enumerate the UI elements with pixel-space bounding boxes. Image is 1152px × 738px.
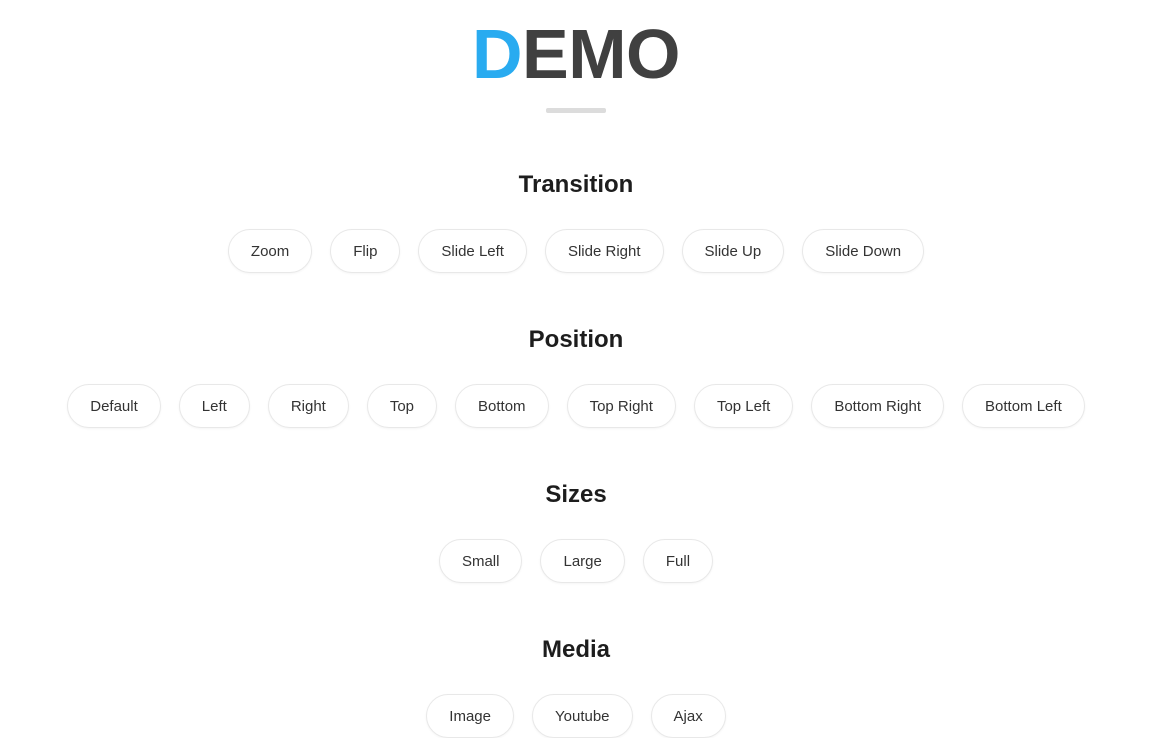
section-transition: Transition Zoom Flip Slide Left Slide Ri… (0, 171, 1152, 273)
media-button-youtube[interactable]: Youtube (532, 694, 633, 738)
transition-button-flip[interactable]: Flip (330, 229, 401, 273)
position-button-top-right[interactable]: Top Right (566, 384, 676, 428)
transition-button-slide-down[interactable]: Slide Down (802, 229, 925, 273)
button-row-transition: Zoom Flip Slide Left Slide Right Slide U… (0, 229, 1152, 273)
size-button-large[interactable]: Large (540, 539, 625, 583)
transition-button-zoom[interactable]: Zoom (227, 229, 313, 273)
button-row-sizes: Small Large Full (0, 539, 1152, 583)
masthead: DEMO (0, 10, 1152, 113)
title-divider (546, 108, 606, 113)
section-title-position: Position (528, 326, 624, 353)
section-media: Media Image Youtube Ajax (0, 636, 1152, 738)
media-button-ajax[interactable]: Ajax (650, 694, 726, 738)
page-title-rest: EMO (522, 15, 680, 93)
page-title: DEMO (0, 10, 1152, 98)
media-button-image[interactable]: Image (426, 694, 514, 738)
position-button-top[interactable]: Top (366, 384, 438, 428)
position-button-right[interactable]: Right (267, 384, 349, 428)
size-button-small[interactable]: Small (438, 539, 523, 583)
transition-button-slide-right[interactable]: Slide Right (544, 229, 664, 273)
transition-button-slide-up[interactable]: Slide Up (681, 229, 785, 273)
size-button-full[interactable]: Full (642, 539, 714, 583)
transition-button-slide-left[interactable]: Slide Left (418, 229, 527, 273)
section-title-transition: Transition (518, 171, 634, 198)
button-row-position: Default Left Right Top Bottom Top Right … (0, 384, 1152, 428)
button-row-media: Image Youtube Ajax (0, 694, 1152, 738)
position-button-top-left[interactable]: Top Left (693, 384, 794, 428)
position-button-bottom[interactable]: Bottom (455, 384, 549, 428)
section-title-sizes: Sizes (545, 481, 607, 508)
section-title-media: Media (541, 636, 610, 663)
demo-page: DEMO Transition Zoom Flip Slide Left Sli… (0, 0, 1152, 738)
page-title-initial: D (471, 15, 523, 93)
position-button-bottom-right[interactable]: Bottom Right (811, 384, 945, 428)
section-sizes: Sizes Small Large Full (0, 481, 1152, 583)
position-button-default[interactable]: Default (67, 384, 161, 428)
section-position: Position Default Left Right Top Bottom T… (0, 326, 1152, 428)
position-button-bottom-left[interactable]: Bottom Left (962, 384, 1085, 428)
position-button-left[interactable]: Left (178, 384, 250, 428)
